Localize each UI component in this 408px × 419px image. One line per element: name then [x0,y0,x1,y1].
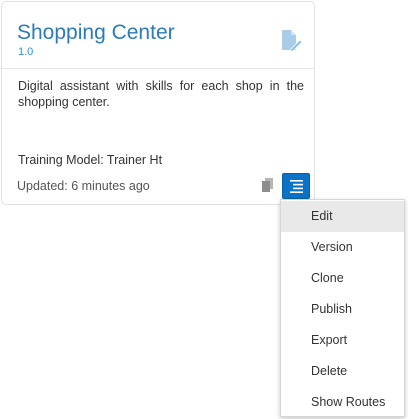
card-description: Digital assistant with skills for each s… [18,79,304,109]
card-version: 1.0 [18,46,34,58]
updated-time: Updated: 6 minutes ago [17,179,150,193]
menu-item-export[interactable]: Export [281,325,404,356]
card-header: Shopping Center 1.0 [2,2,314,69]
menu-item-delete[interactable]: Delete [281,356,404,387]
edit-document-icon [281,29,303,53]
assistant-card[interactable]: Shopping Center 1.0 Digital assistant wi… [1,1,315,205]
menu-item-edit[interactable]: Edit [281,201,404,232]
card-title[interactable]: Shopping Center [17,20,175,46]
copy-icon[interactable] [261,177,275,193]
menu-item-clone[interactable]: Clone [281,263,404,294]
menu-item-version[interactable]: Version [281,232,404,263]
context-menu: Edit Version Clone Publish Export Delete… [280,199,405,417]
menu-item-publish[interactable]: Publish [281,294,404,325]
training-model: Training Model: Trainer Ht [18,153,163,167]
menu-item-show-routes[interactable]: Show Routes [281,387,404,418]
hamburger-menu-icon [290,180,303,193]
menu-button[interactable] [282,173,310,199]
